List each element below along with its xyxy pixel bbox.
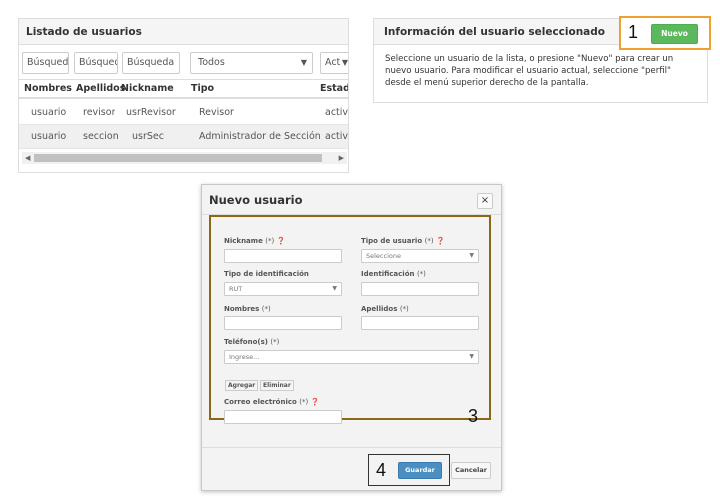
new-user-modal: Nuevo usuario × Nickname (*) ❓ Tipo de u… — [201, 184, 502, 491]
user-type-label-text: Tipo de usuario — [361, 237, 423, 245]
nickname-label: Nickname (*) ❓ — [224, 237, 285, 245]
required-mark: (*) — [270, 338, 280, 346]
remove-phone-button[interactable]: Eliminar — [260, 380, 294, 391]
help-icon: ❓ — [436, 237, 445, 245]
chevron-down-icon: ▼ — [341, 58, 348, 67]
close-icon[interactable]: × — [477, 193, 493, 209]
table-row[interactable]: usuario revisor usrRevisor Revisor activ — [19, 101, 349, 125]
cell-nombres: usuario — [31, 107, 67, 118]
filter-tipo-select[interactable]: Todos ▼ — [190, 52, 313, 74]
nickname-label-text: Nickname — [224, 237, 263, 245]
required-mark: (*) — [399, 305, 409, 313]
id-label: Identificación (*) — [361, 270, 426, 278]
user-info-text: Seleccione un usuario de la lista, o pre… — [385, 54, 674, 88]
users-list-title: Listado de usuarios — [19, 19, 348, 45]
cell-nickname: usrRevisor — [126, 107, 176, 118]
chevron-down-icon: ▼ — [332, 285, 337, 292]
phones-select[interactable]: Ingrese... ▼ — [224, 350, 479, 364]
phones-label: Teléfono(s) (*) — [224, 338, 279, 346]
names-input[interactable] — [224, 316, 342, 330]
cell-tipo: Revisor — [199, 107, 234, 118]
phones-label-text: Teléfono(s) — [224, 338, 268, 346]
filter-estado-value: Act — [325, 57, 341, 68]
id-input[interactable] — [361, 282, 479, 296]
horizontal-scrollbar[interactable]: ◀ ▶ — [22, 152, 347, 164]
chevron-down-icon: ▼ — [469, 353, 474, 360]
user-type-value: Seleccione — [366, 252, 401, 260]
email-label-text: Correo electrónico — [224, 398, 297, 406]
scroll-left-icon[interactable]: ◀ — [25, 152, 30, 164]
modal-footer-divider — [202, 447, 501, 448]
modal-title: Nuevo usuario — [202, 185, 501, 215]
id-type-value: RUT — [229, 285, 243, 293]
table-header: Nombres Apellidos Nickname Tipo Estad — [19, 79, 348, 99]
required-mark: (*) — [424, 237, 434, 245]
cell-nickname: usrSec — [132, 131, 164, 142]
column-header-nickname[interactable]: Nickname — [121, 80, 174, 97]
filter-nickname[interactable]: Búsqueda — [122, 52, 180, 74]
help-icon: ❓ — [276, 237, 286, 245]
cell-apellidos: seccion — [83, 131, 119, 142]
lastnames-label-text: Apellidos — [361, 305, 398, 313]
save-button[interactable]: Guardar — [398, 462, 442, 479]
chevron-down-icon: ▼ — [469, 252, 474, 259]
required-mark: (*) — [265, 237, 275, 245]
scroll-right-icon[interactable]: ▶ — [339, 152, 344, 164]
table-row[interactable]: usuario seccion usrSec Administrador de … — [19, 125, 349, 149]
column-header-nombres[interactable]: Nombres — [24, 80, 72, 97]
column-header-estado[interactable]: Estad — [320, 80, 348, 97]
filter-estado-select[interactable]: Act ▼ — [320, 52, 348, 74]
email-input[interactable] — [224, 410, 342, 424]
column-header-apellidos[interactable]: Apellidos — [76, 80, 125, 97]
cell-estado: activ — [325, 107, 349, 118]
annotation-number-3: 3 — [468, 406, 479, 426]
cell-nombres: usuario — [31, 131, 67, 142]
id-type-select[interactable]: RUT ▼ — [224, 282, 342, 296]
id-label-text: Identificación — [361, 270, 415, 278]
names-label-text: Nombres — [224, 305, 260, 313]
required-mark: (*) — [299, 398, 309, 406]
users-list-panel: Listado de usuarios Búsqued: Búsqued Bús… — [18, 18, 349, 173]
nickname-input[interactable] — [224, 249, 342, 263]
cell-tipo: Administrador de Sección — [199, 131, 321, 142]
annotation-number-4: 4 — [376, 460, 387, 480]
phones-placeholder: Ingrese... — [229, 353, 260, 361]
cell-estado: activ — [325, 131, 349, 142]
email-label: Correo electrónico (*) ❓ — [224, 398, 319, 406]
add-phone-button[interactable]: Agregar — [225, 380, 259, 391]
column-header-tipo[interactable]: Tipo — [191, 80, 214, 97]
filter-apellidos[interactable]: Búsqued — [74, 52, 118, 74]
lastnames-label: Apellidos (*) — [361, 305, 409, 313]
names-label: Nombres (*) — [224, 305, 271, 313]
scrollbar-thumb[interactable] — [34, 154, 322, 162]
new-user-button[interactable]: Nuevo — [651, 24, 698, 44]
filter-tipo-value: Todos — [198, 57, 225, 68]
cell-apellidos: revisor — [83, 107, 116, 118]
user-type-label: Tipo de usuario (*) ❓ — [361, 237, 445, 245]
required-mark: (*) — [261, 305, 271, 313]
filter-nombres[interactable]: Búsqued: — [22, 52, 69, 74]
cancel-button[interactable]: Cancelar — [451, 462, 491, 479]
id-type-label: Tipo de identificación — [224, 270, 309, 278]
user-type-select[interactable]: Seleccione ▼ — [361, 249, 479, 263]
required-mark: (*) — [416, 270, 426, 278]
chevron-down-icon: ▼ — [300, 58, 307, 67]
annotation-number-1: 1 — [628, 22, 639, 42]
lastnames-input[interactable] — [361, 316, 479, 330]
help-icon: ❓ — [310, 398, 320, 406]
